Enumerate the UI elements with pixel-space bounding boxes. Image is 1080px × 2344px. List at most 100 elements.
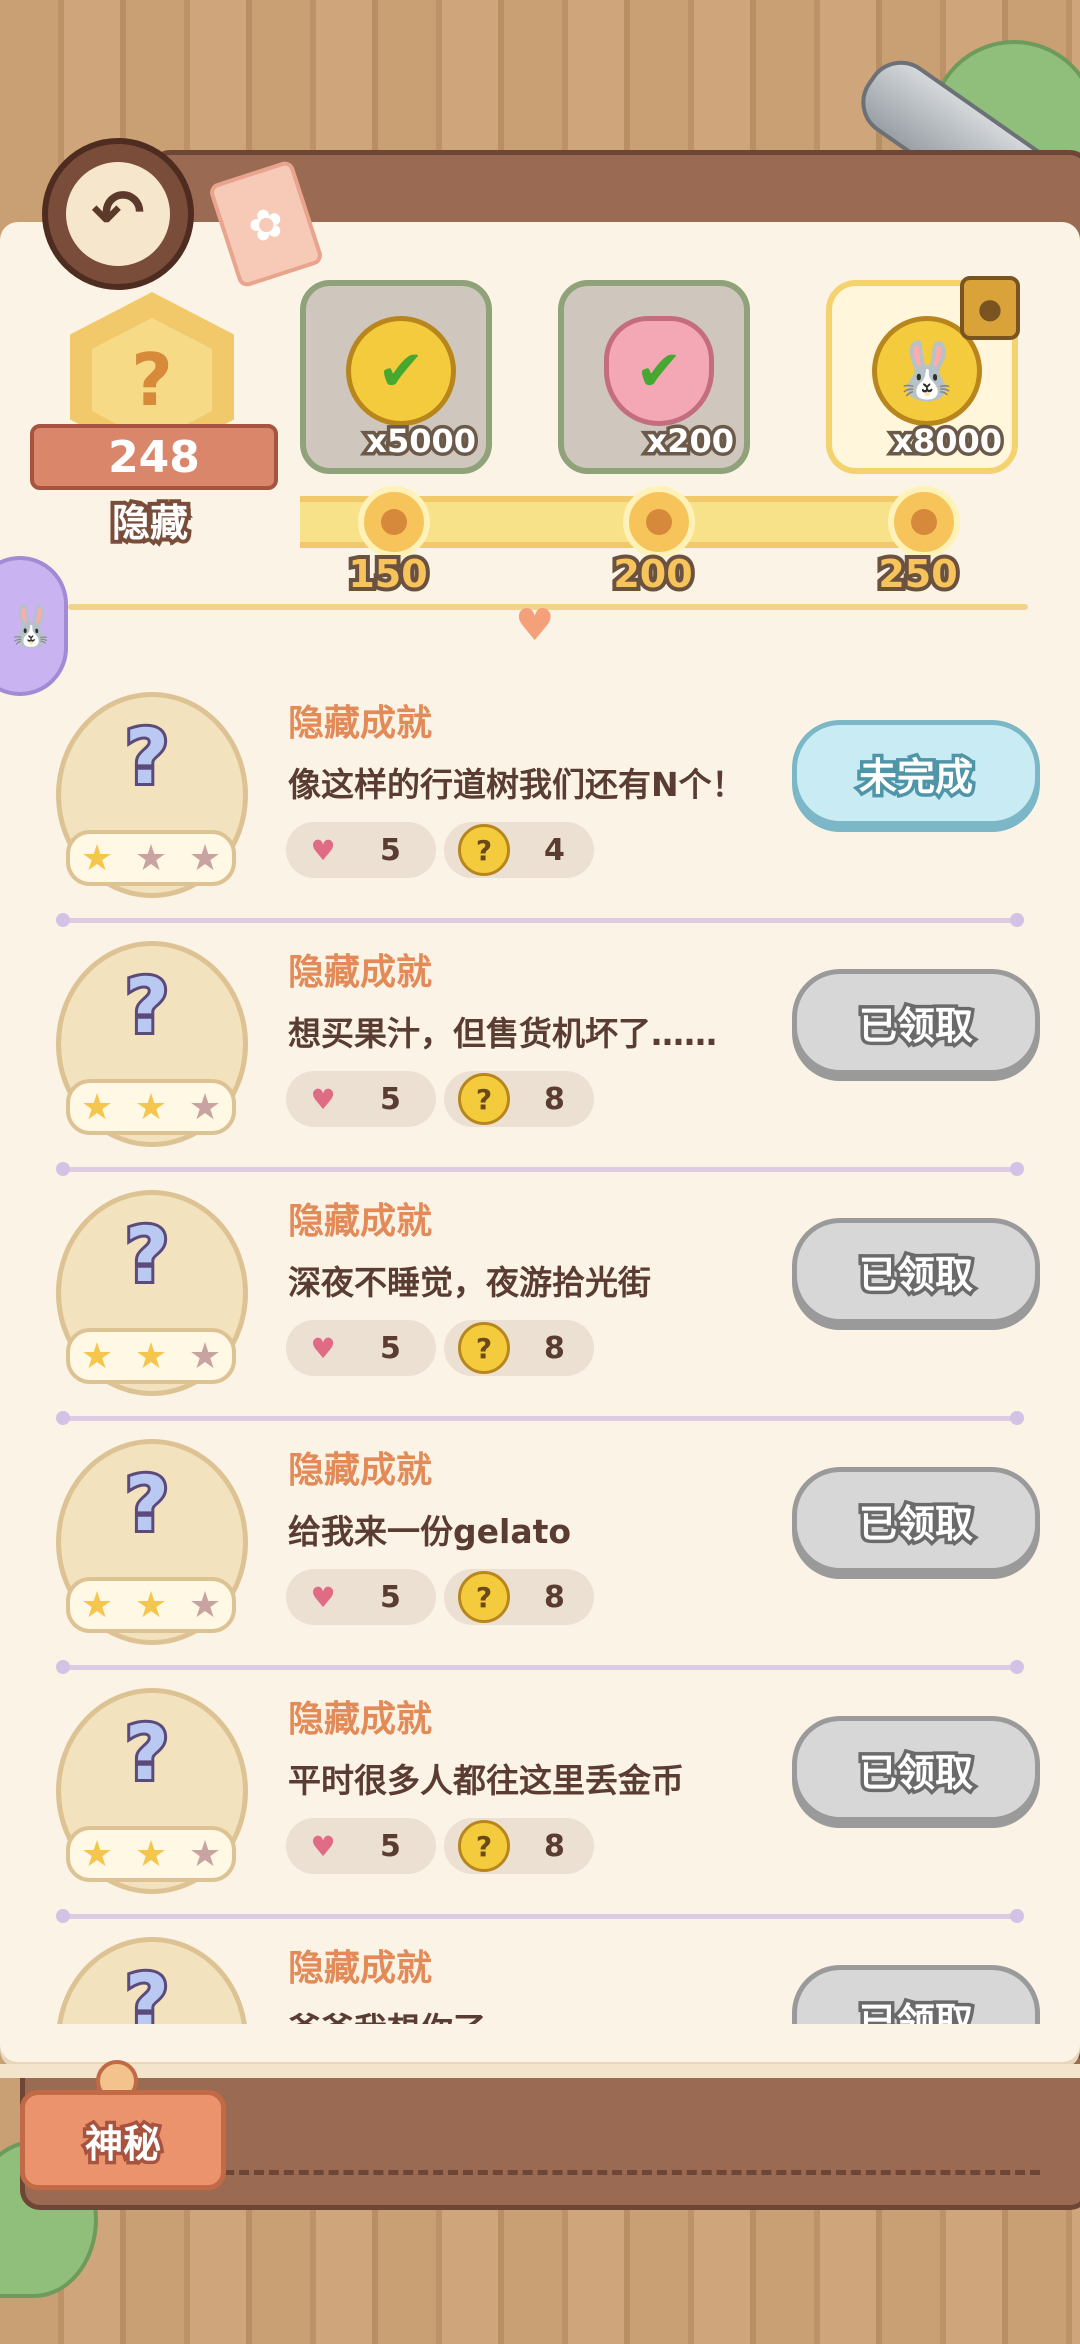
achievement-title: 隐藏成就 [288, 1201, 433, 1242]
achievement-badge: ? ★ ★ ★ [56, 692, 248, 898]
star-rating: ★ ★ ★ [66, 1328, 236, 1384]
bunny-side-tab[interactable]: 🐰 [0, 556, 68, 696]
heart-icon: ♥ [515, 600, 555, 651]
achievement-description: 给我来一份gelato [288, 1512, 572, 1551]
reward-amount: x8000 [889, 419, 1006, 464]
achievement-score: 248 [30, 424, 278, 490]
back-arrow-icon: ↶ [66, 162, 170, 266]
star-icon: ★ [134, 1086, 168, 1128]
item-separator [56, 1660, 1024, 1674]
achievement-item: ? ★ ★ ★ 隐藏成就 给我来一份gelato ♥ 5 ? 8 已领取 [18, 1429, 1062, 1677]
tab-mystery[interactable]: 神秘 [20, 2090, 226, 2190]
achievement-badge: ? ★ ★ ★ [56, 1688, 248, 1894]
heart-reward: ♥ 5 [286, 1320, 436, 1376]
coin-reward: ? 8 [444, 1071, 594, 1127]
achievement-description: 平时很多人都往这里丢金币 [288, 1761, 684, 1800]
panel-footer [0, 2064, 1080, 2078]
achievement-badge: ? ★ ★ ★ [56, 1190, 248, 1396]
achievement-item: ? ★ ★ ★ 隐藏成就 想买果汁，但售货机坏了…… ♥ 5 ? 8 已领取 [18, 931, 1062, 1179]
achievement-title: 隐藏成就 [288, 1699, 433, 1740]
item-separator [56, 1162, 1024, 1176]
heart-icon: ♥ [310, 1331, 336, 1365]
question-mark-icon: ? [122, 1954, 172, 2024]
achievement-list[interactable]: ? ★ ★ ★ 隐藏成就 像这样的行道树我们还有N个！ ♥ 5 ? 4 未完成 ? … [18, 682, 1062, 2024]
star-rating: ★ ★ ★ [66, 1577, 236, 1633]
heart-icon: ♥ [310, 1082, 336, 1116]
incomplete-button[interactable]: 未完成 [792, 720, 1040, 826]
star-rating: ★ ★ ★ [66, 1079, 236, 1135]
coin-reward: ? 4 [444, 822, 594, 878]
lock-icon: ● [960, 276, 1020, 340]
question-mark-icon: ? [122, 709, 172, 804]
star-rating: ★ ★ ★ [66, 1826, 236, 1882]
coin-reward: ? 8 [444, 1569, 594, 1625]
category-label: 隐藏 [108, 497, 192, 549]
heart-icon: ♥ [310, 1580, 336, 1614]
question-mark-icon: ? [122, 1705, 172, 1800]
reward-chest-200[interactable]: ✔ x200 [558, 280, 750, 474]
achievement-description: 深夜不睡觉，夜游拾光街 [288, 1263, 651, 1302]
coin-icon: ? [458, 824, 510, 876]
star-icon: ★ [80, 1335, 114, 1377]
item-separator [56, 1411, 1024, 1425]
coin-icon: ? [458, 1322, 510, 1374]
heart-reward: ♥ 5 [286, 1071, 436, 1127]
claimed-button[interactable]: 已领取 [792, 1965, 1040, 2024]
achievement-description: 想买果汁，但售货机坏了…… [288, 1014, 717, 1053]
coin-icon: ? [458, 1820, 510, 1872]
achievement-item: ? ★ ★ ★ 隐藏成就 像这样的行道树我们还有N个！ ♥ 5 ? 4 未完成 [18, 682, 1062, 930]
achievement-item: ? ★ ★ ★ 隐藏成就 爷爷我想你了 ♥5 ?8 已领取 [18, 1927, 1062, 2024]
milestone-label: 150 [344, 548, 431, 600]
back-button[interactable]: ↶ [42, 138, 194, 290]
achievement-badge: ? ★ ★ ★ [56, 1439, 248, 1645]
heart-reward: ♥ 5 [286, 1818, 436, 1874]
star-icon: ★ [188, 837, 222, 879]
heart-reward: ♥ 5 [286, 822, 436, 878]
star-rating: ★ ★ ★ [66, 830, 236, 886]
star-icon: ★ [134, 1833, 168, 1875]
achievement-title: 隐藏成就 [288, 1450, 433, 1491]
claimed-button[interactable]: 已领取 [792, 1218, 1040, 1324]
coin-reward: ? 8 [444, 1818, 594, 1874]
coin-icon: ? [458, 1073, 510, 1125]
star-icon: ★ [188, 1086, 222, 1128]
hidden-category-emblem: ? 248 隐藏 [30, 292, 278, 549]
heart-icon: ♥ [310, 1829, 336, 1863]
star-icon: ★ [80, 1086, 114, 1128]
milestone-node [358, 486, 430, 558]
star-icon: ★ [188, 1584, 222, 1626]
achievement-description: 爷爷我想你了 [288, 2003, 486, 2024]
achievement-title: 隐藏成就 [288, 1948, 433, 1989]
achievement-item: ? ★ ★ ★ 隐藏成就 深夜不睡觉，夜游拾光街 ♥ 5 ? 8 已领取 [18, 1180, 1062, 1428]
star-icon: ★ [134, 1584, 168, 1626]
achievement-title: 隐藏成就 [288, 703, 433, 744]
star-icon: ★ [80, 837, 114, 879]
reward-amount: x5000 [363, 419, 480, 464]
star-icon: ★ [80, 1584, 114, 1626]
milestone-node [888, 486, 960, 558]
achievement-description: 像这样的行道树我们还有N个！ [288, 765, 745, 804]
question-mark-icon: ? [122, 1207, 172, 1302]
checked-heart-icon: ✔ [604, 316, 714, 426]
achievement-item: ? ★ ★ ★ 隐藏成就 平时很多人都往这里丢金币 ♥ 5 ? 8 已领取 [18, 1678, 1062, 1926]
question-mark-icon: ? [122, 958, 172, 1053]
star-icon: ★ [188, 1335, 222, 1377]
reward-chest-150[interactable]: ✔ x5000 [300, 280, 492, 474]
star-icon: ★ [80, 1833, 114, 1875]
star-icon: ★ [188, 1833, 222, 1875]
star-icon: ★ [134, 1335, 168, 1377]
achievement-badge: ? ★ ★ ★ [56, 1937, 248, 2024]
claimed-button[interactable]: 已领取 [792, 969, 1040, 1075]
item-separator [56, 913, 1024, 927]
achievement-badge: ? ★ ★ ★ [56, 941, 248, 1147]
achievement-title: 隐藏成就 [288, 952, 433, 993]
claimed-button[interactable]: 已领取 [792, 1467, 1040, 1573]
coin-reward: ? 8 [444, 1320, 594, 1376]
reward-amount: x200 [643, 419, 737, 464]
heart-reward: ♥ 5 [286, 1569, 436, 1625]
milestone-node [623, 486, 695, 558]
coin-icon: ? [458, 1571, 510, 1623]
checked-coin-icon: ✔ [346, 316, 456, 426]
claimed-button[interactable]: 已领取 [792, 1716, 1040, 1822]
question-mark-icon: ? [122, 1456, 172, 1551]
